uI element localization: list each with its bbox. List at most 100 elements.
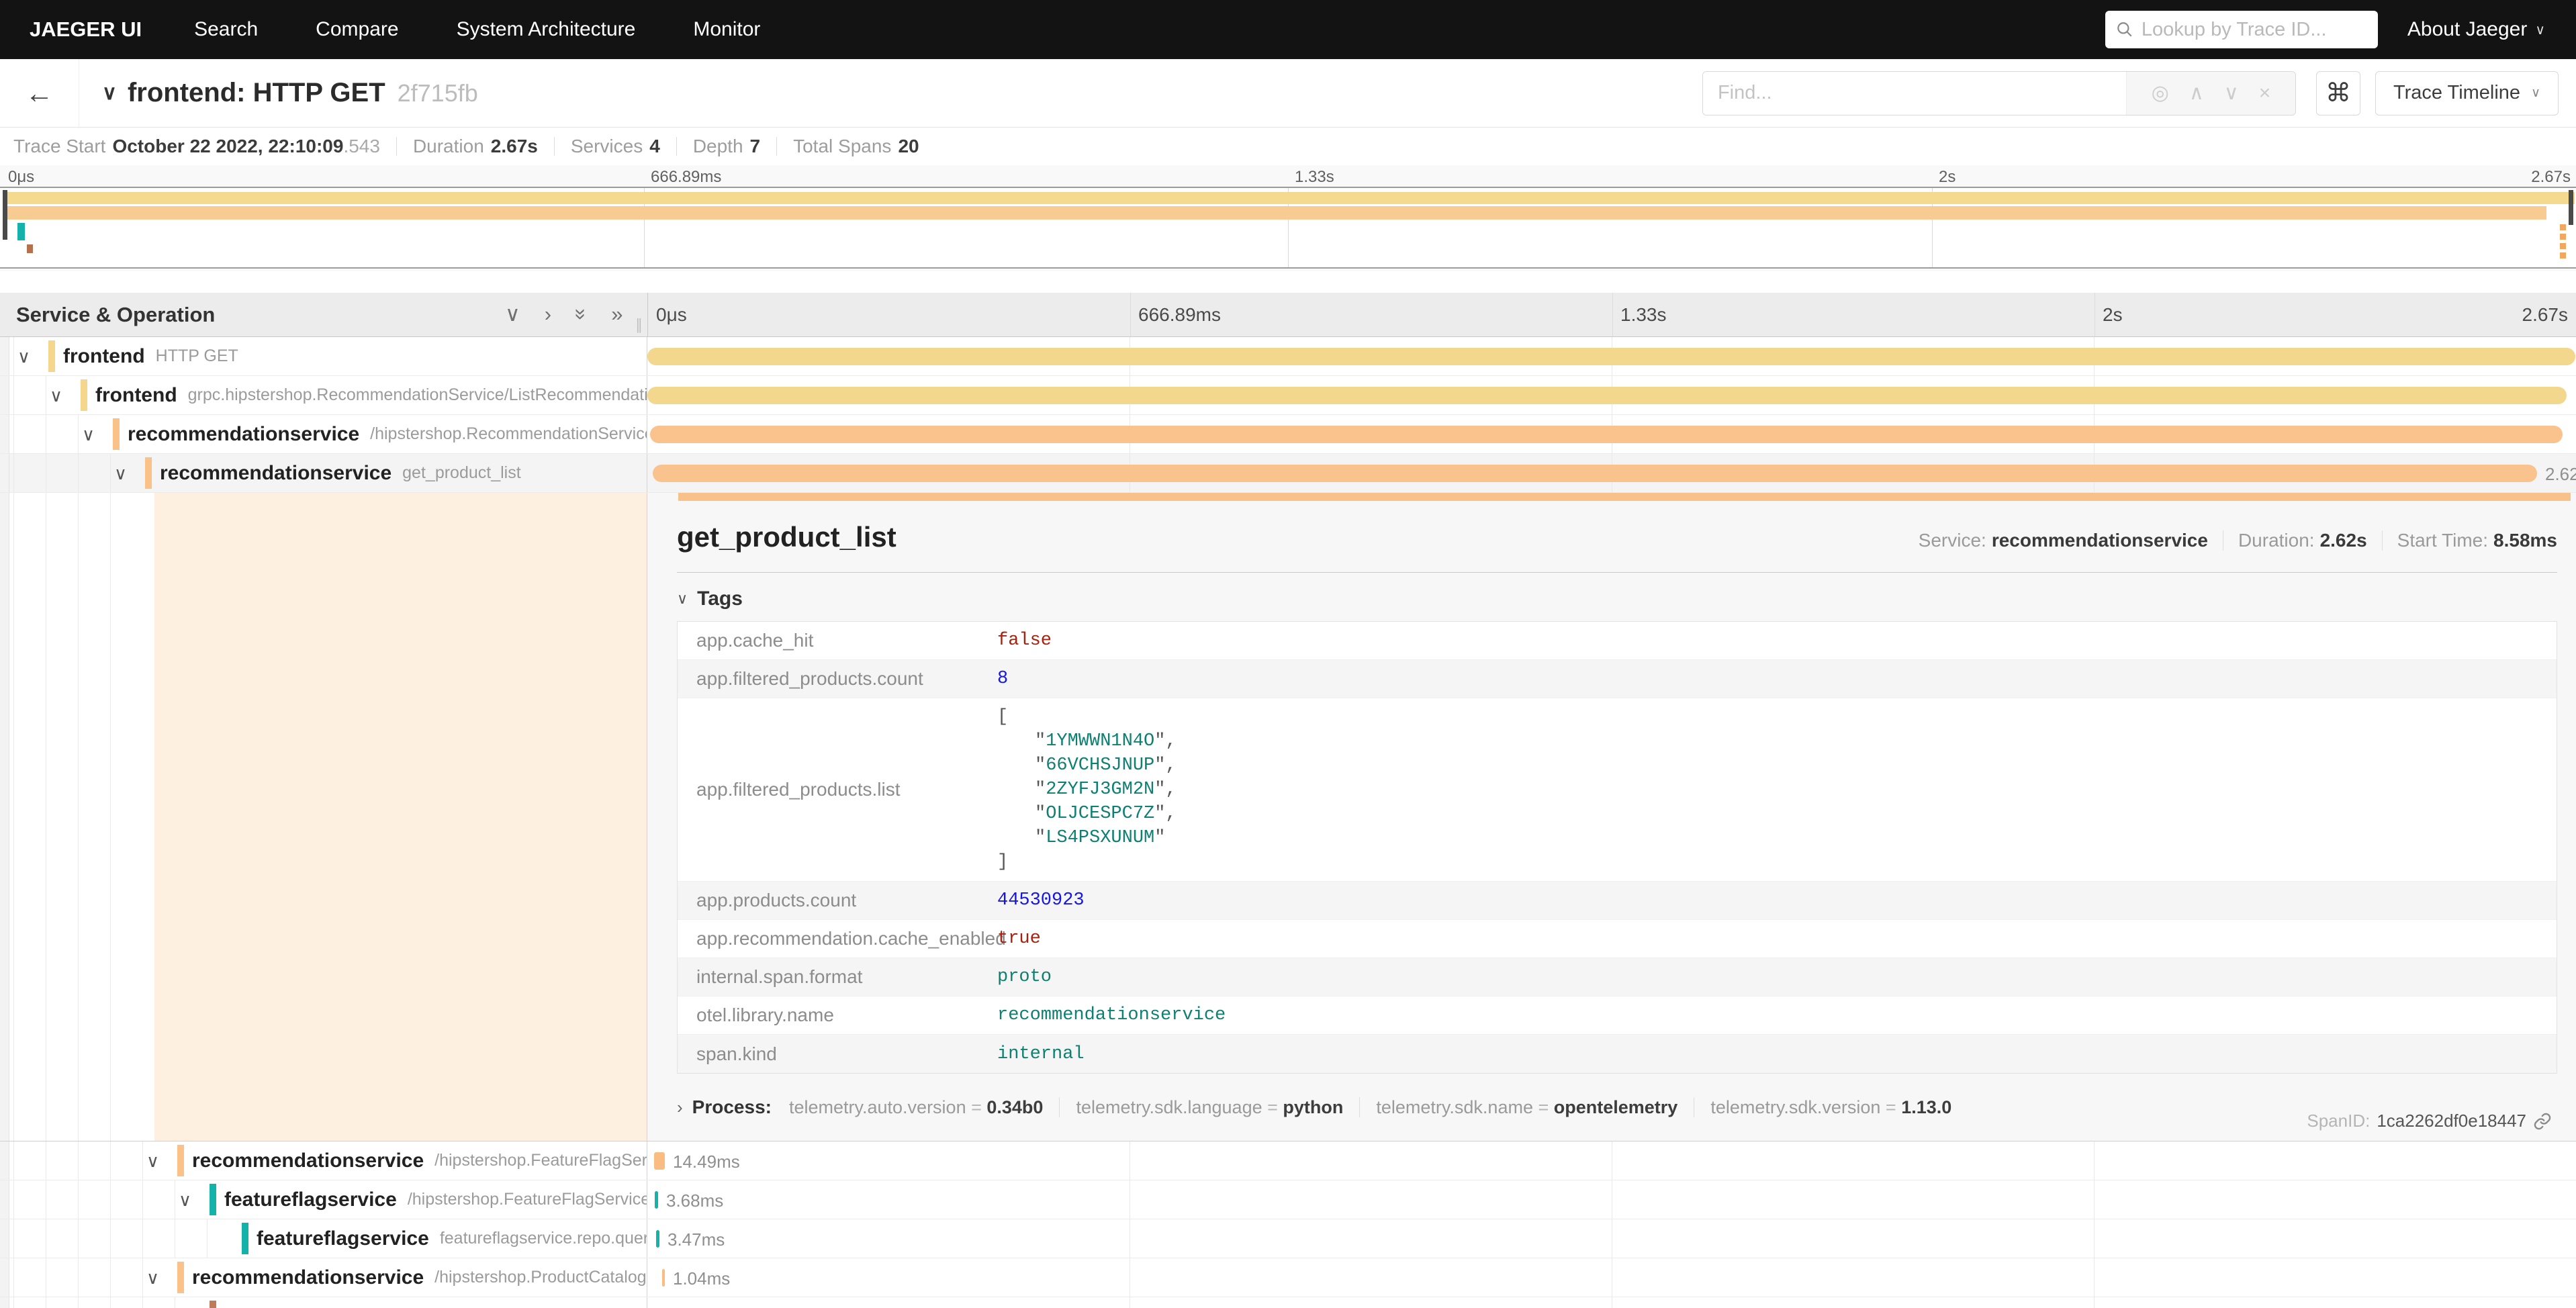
indent-guide (142, 1180, 143, 1219)
tag-row[interactable]: app.recommendation.cache_enabledtrue (678, 920, 2557, 958)
span-bar[interactable] (655, 1191, 658, 1209)
tags-table: app.cache_hitfalseapp.filtered_products.… (677, 621, 2557, 1074)
span-name-cell[interactable]: ∨frontendgrpc.hipstershop.Recommendation… (0, 376, 647, 414)
span-bar[interactable] (647, 348, 2575, 365)
span-row[interactable] (0, 1297, 2576, 1308)
span-bar[interactable] (647, 387, 2567, 404)
span-name-cell[interactable] (0, 1297, 647, 1308)
span-timeline-cell[interactable]: 2.62s (647, 454, 2576, 492)
span-timeline-cell[interactable] (647, 415, 2576, 453)
span-bar[interactable] (654, 1152, 665, 1170)
span-name-cell[interactable]: ∨featureflagservice/hipstershop.FeatureF… (0, 1180, 647, 1219)
span-timeline-cell[interactable]: 14.49ms (647, 1141, 2576, 1180)
tag-row[interactable]: span.kindinternal (678, 1035, 2557, 1073)
service-color-bar (145, 493, 154, 1141)
span-name-cell[interactable]: ∨recommendationserviceget_product_list (0, 454, 647, 492)
span-detail-row: get_product_list Service: recommendation… (0, 493, 2576, 1141)
span-bar[interactable] (656, 1230, 659, 1248)
span-name-cell[interactable]: ∨recommendationservice/hipstershop.Produ… (0, 1258, 647, 1297)
span-row[interactable]: featureflagservicefeatureflagservice.rep… (0, 1219, 2576, 1258)
collapse-all-icon[interactable]: » (569, 308, 594, 320)
find-box: ◎ ∧ ∨ × (1702, 71, 2296, 115)
span-service-operation: recommendationserviceget_product_list (0, 454, 647, 492)
span-row[interactable]: ∨featureflagservice/hipstershop.FeatureF… (0, 1180, 2576, 1219)
find-input[interactable] (1703, 72, 2126, 115)
collapse-one-icon[interactable]: ∨ (505, 302, 520, 326)
trace-id-lookup-box[interactable] (2105, 11, 2378, 48)
span-bar[interactable] (662, 1269, 665, 1287)
minimap-left-drag-handle[interactable] (3, 190, 7, 240)
row-gutter (0, 493, 9, 1141)
chevron-down-icon[interactable]: ∨ (17, 346, 30, 367)
tag-row[interactable]: app.cache_hitfalse (678, 622, 2557, 660)
service-name: recommendationservice (128, 423, 359, 446)
about-jaeger-menu[interactable]: About Jaeger ∨ (2407, 18, 2545, 41)
span-bar[interactable] (653, 465, 2537, 482)
tag-row[interactable]: app.filtered_products.count8 (678, 660, 2557, 698)
trace-view-selector[interactable]: Trace Timeline ∨ (2375, 71, 2559, 115)
minimap-right-drag-handle[interactable] (2569, 190, 2573, 225)
nav-item-compare[interactable]: Compare (316, 18, 398, 41)
chevron-down-icon[interactable]: ∨ (50, 385, 62, 406)
tag-row[interactable]: app.filtered_products.list["1YMWWN1N4O",… (678, 698, 2557, 882)
expand-all-icon[interactable]: » (611, 302, 623, 326)
tag-row[interactable]: app.products.count44530923 (678, 882, 2557, 920)
span-name-cell[interactable]: featureflagservicefeatureflagservice.rep… (0, 1219, 647, 1258)
span-row[interactable]: ∨frontendHTTP GET (0, 337, 2576, 376)
start-time-value: 8.58ms (2493, 530, 2557, 551)
span-timeline-cell[interactable]: 3.47ms (647, 1219, 2576, 1258)
chevron-down-icon[interactable]: ∨ (179, 1190, 191, 1211)
tag-key: app.filtered_products.list (678, 779, 997, 800)
focus-match-icon[interactable]: ◎ (2152, 81, 2169, 105)
service-color-bar (177, 1145, 184, 1176)
span-row[interactable]: ∨recommendationserviceget_product_list2.… (0, 454, 2576, 493)
span-timeline-cell[interactable] (647, 337, 2576, 375)
span-timeline-cell[interactable] (647, 1297, 2576, 1308)
chevron-down-icon[interactable]: ∨ (146, 1268, 159, 1289)
prev-match-icon[interactable]: ∧ (2189, 81, 2204, 105)
tags-section-toggle[interactable]: ∨ Tags (677, 588, 2557, 610)
span-detail-meta: Service: recommendationservice Duration:… (1919, 530, 2557, 551)
collapse-trace-chevron-icon[interactable]: ∨ (102, 81, 117, 105)
tag-row[interactable]: otel.library.namerecommendationservice (678, 996, 2557, 1035)
span-timeline-cell[interactable]: 1.04ms (647, 1258, 2576, 1297)
span-row[interactable]: ∨recommendationservice/hipstershop.Produ… (0, 1258, 2576, 1297)
span-row[interactable]: ∨frontendgrpc.hipstershop.Recommendation… (0, 376, 2576, 415)
tag-row[interactable]: internal.span.formatproto (678, 958, 2557, 996)
clear-find-icon[interactable]: × (2259, 82, 2271, 105)
back-button[interactable]: ← (0, 59, 79, 127)
span-name-cell[interactable]: ∨recommendationservice/hipstershop.Featu… (0, 1141, 647, 1180)
process-row[interactable]: › Process: telemetry.auto.version = 0.34… (677, 1096, 2557, 1118)
column-divider[interactable] (647, 293, 648, 336)
keyboard-shortcuts-button[interactable]: ⌘ (2316, 71, 2360, 115)
chevron-down-icon[interactable]: ∨ (146, 1151, 159, 1172)
column-resize-grip[interactable]: ∥ (635, 316, 643, 334)
trace-id-lookup-input[interactable] (2142, 19, 2367, 41)
chevron-down-icon[interactable]: ∨ (82, 424, 95, 445)
span-name-cell[interactable]: ∨recommendationservice/hipstershop.Recom… (0, 415, 647, 453)
app-brand[interactable]: JAEGER UI (30, 17, 142, 42)
span-name-cell[interactable]: ∨frontendHTTP GET (0, 337, 647, 375)
trace-header: ← ∨ frontend: HTTP GET 2f715fb ◎ ∧ ∨ × ⌘… (0, 59, 2576, 128)
span-timeline-cell[interactable] (647, 376, 2576, 414)
span-bar[interactable] (650, 426, 2563, 443)
minimap-canvas[interactable] (0, 187, 2576, 269)
chevron-down-icon[interactable]: ∨ (114, 463, 127, 484)
row-gutter (0, 337, 9, 375)
nav-item-search[interactable]: Search (194, 18, 258, 41)
expand-one-icon[interactable]: › (545, 302, 551, 326)
timeline-tick: 0μs (656, 304, 687, 326)
next-match-icon[interactable]: ∨ (2224, 81, 2239, 105)
indent-guide (13, 1297, 14, 1308)
nav-item-monitor[interactable]: Monitor (693, 18, 760, 41)
service-color-bar (210, 1184, 216, 1215)
row-gutter (0, 1141, 9, 1180)
nav-item-system-architecture[interactable]: System Architecture (457, 18, 636, 41)
span-row[interactable]: ∨recommendationservice/hipstershop.Featu… (0, 1141, 2576, 1180)
span-row[interactable]: ∨recommendationservice/hipstershop.Recom… (0, 415, 2576, 454)
indent-guide (142, 1141, 143, 1180)
service-value: recommendationservice (1992, 530, 2208, 551)
span-timeline-cell[interactable]: 3.68ms (647, 1180, 2576, 1219)
tag-value: proto (997, 960, 2557, 994)
link-icon[interactable] (2533, 1112, 2552, 1131)
